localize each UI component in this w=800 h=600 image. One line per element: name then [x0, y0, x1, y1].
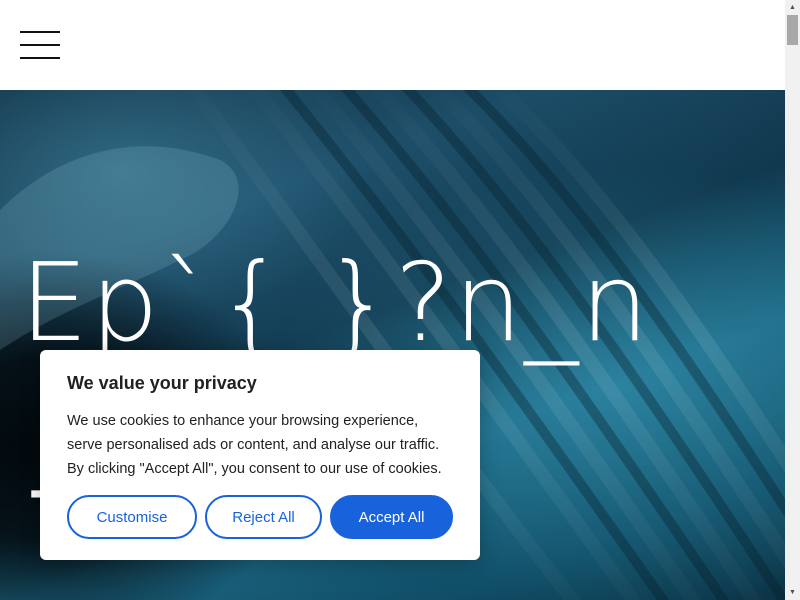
- page-viewport: Ep`{ }?n_n ˧ We value your privacy We us…: [0, 0, 785, 600]
- hamburger-menu-icon[interactable]: [20, 31, 60, 59]
- cookie-text-line: By clicking "Accept All", you consent to…: [67, 461, 442, 477]
- accept-all-button[interactable]: Accept All: [330, 495, 453, 539]
- reject-all-button[interactable]: Reject All: [205, 495, 322, 539]
- hamburger-line: [20, 57, 60, 59]
- customise-button[interactable]: Customise: [67, 495, 197, 539]
- cookie-banner-description: We use cookies to enhance your browsing …: [67, 409, 462, 481]
- hamburger-line: [20, 31, 60, 33]
- scroll-down-arrow-icon[interactable]: ▼: [785, 585, 800, 600]
- scroll-up-arrow-icon[interactable]: ▲: [785, 0, 800, 15]
- vertical-scrollbar[interactable]: ▲ ▼: [785, 0, 800, 600]
- cookie-banner-title: We value your privacy: [67, 373, 257, 393]
- hamburger-line: [20, 44, 60, 46]
- site-header: [0, 0, 785, 90]
- hero-title: Ep`{ }?n_n: [20, 241, 651, 366]
- cookie-consent-banner: We value your privacy We use cookies to …: [40, 350, 480, 560]
- cookie-text-line: serve personalised ads or content, and a…: [67, 437, 440, 453]
- scrollbar-thumb[interactable]: [787, 15, 798, 45]
- cookie-text-line: We use cookies to enhance your browsing …: [67, 413, 419, 429]
